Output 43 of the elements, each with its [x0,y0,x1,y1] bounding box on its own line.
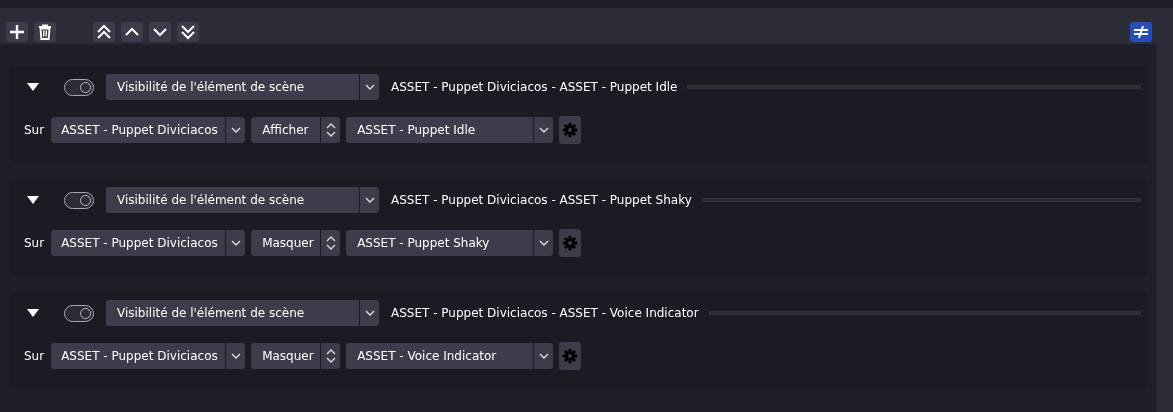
filter-button[interactable] [1130,22,1152,42]
move-down-button[interactable] [149,22,171,42]
collapse-icon[interactable] [26,195,40,205]
scene-dropdown[interactable]: ASSET - Puppet Diviciacos [51,230,246,256]
up-down-arrows-icon [325,236,336,250]
scene-dropdown[interactable]: ASSET - Puppet Diviciacos [51,343,246,369]
chevron-down-icon [230,240,241,246]
visibility-mode-spinner[interactable]: Masquer [251,230,341,256]
collapse-icon[interactable] [26,308,40,318]
up-down-arrows-icon [325,123,336,137]
chevron-down-icon [230,353,241,359]
on-label: Sur [24,349,45,363]
chevron-down-icon [538,353,549,359]
chevron-down-icon [538,240,549,246]
action-summary: ASSET - Puppet Diviciacos - ASSET - Puppet Shaky [391,193,692,207]
chevron-down-icon [364,310,375,316]
chevron-down-icon [538,127,549,133]
move-bottom-button[interactable] [177,22,199,42]
delete-button[interactable] [34,22,56,42]
action-summary: ASSET - Puppet Diviciacos - ASSET - Puppet Idle [391,80,678,94]
move-top-button[interactable] [93,22,115,42]
scene-dropdown[interactable]: ASSET - Puppet Diviciacos [51,117,246,143]
visibility-mode-spinner[interactable]: Masquer [251,343,341,369]
on-label: Sur [24,236,45,250]
up-down-arrows-icon [325,349,336,363]
source-dropdown[interactable]: ASSET - Voice Indicator [346,343,554,369]
action-type-dropdown[interactable]: Visibilité de l'élément de scène [106,187,379,213]
collapse-icon[interactable] [26,82,40,92]
source-dropdown[interactable]: ASSET - Puppet Shaky [346,230,554,256]
action-summary: ASSET - Puppet Diviciacos - ASSET - Voice Indicator [391,306,699,320]
toggle-switch[interactable] [64,304,94,322]
toggle-switch[interactable] [64,191,94,209]
chevron-down-icon [230,127,241,133]
action-type-dropdown[interactable]: Visibilité de l'élément de scène [106,300,379,326]
chevron-down-icon [364,84,375,90]
visibility-mode-spinner[interactable]: Afficher [251,117,341,143]
add-button[interactable] [6,22,28,42]
toggle-switch[interactable] [64,78,94,96]
source-dropdown[interactable]: ASSET - Puppet Idle [346,117,554,143]
chevron-down-icon [364,197,375,203]
move-up-button[interactable] [121,22,143,42]
on-label: Sur [24,123,45,137]
action-type-dropdown[interactable]: Visibilité de l'élément de scène [106,74,379,100]
